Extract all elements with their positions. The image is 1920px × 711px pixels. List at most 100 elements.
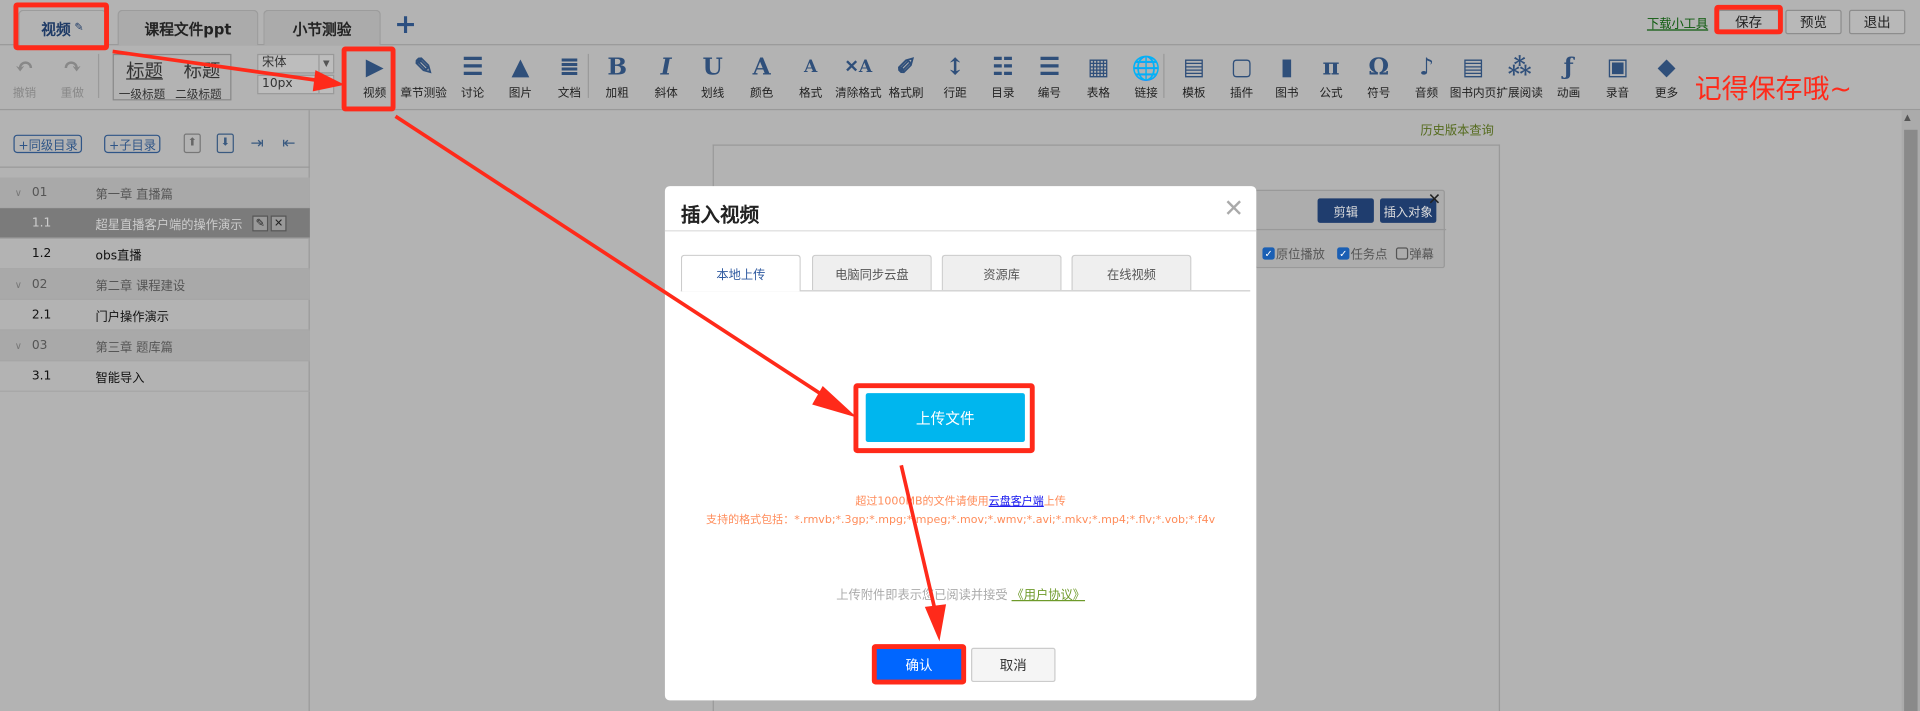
font-family-value: 宋体 xyxy=(262,56,287,70)
toolbar-symbol-button[interactable]: Ω 符号 xyxy=(1354,51,1403,105)
toolbar-underline-button[interactable]: U 划线 xyxy=(688,51,737,105)
insert-video-dialog: 插入视频 ✕ 本地上传 电脑同步云盘 资源库 在线视频 上传文件 超过1000M… xyxy=(664,186,1257,701)
move-up-icon[interactable]: ⬆ xyxy=(183,133,201,154)
section-row[interactable]: 1.1 超星直播客户端的操作演示 ✎ ✕ xyxy=(0,208,310,239)
tab-resource-library[interactable]: 资源库 xyxy=(941,254,1062,291)
checkbox-checked-icon: ✓ xyxy=(1262,246,1275,259)
toolbar-list-button[interactable]: ☷ 目录 xyxy=(978,51,1027,105)
divider xyxy=(1256,228,1447,231)
add-sibling-directory-button[interactable]: +同级目录 xyxy=(13,134,83,154)
toolbar-label: 斜体 xyxy=(654,86,678,101)
undo-button[interactable]: ↶ 撤销 xyxy=(0,51,49,105)
tab-cloud-disk[interactable]: 电脑同步云盘 xyxy=(811,254,932,291)
toolbar-label: 公式 xyxy=(1319,86,1343,101)
delete-icon[interactable]: ✕ xyxy=(270,215,287,232)
toolbar-quiz-button[interactable]: ✎ 章节测验 xyxy=(399,51,448,105)
tab-course-ppt[interactable]: 课程文件ppt xyxy=(117,9,259,46)
confirm-button[interactable]: 确认 xyxy=(875,647,963,681)
close-icon[interactable]: ✕ xyxy=(1428,191,1441,209)
book-icon: ▮ xyxy=(1280,53,1294,81)
heading1-button[interactable]: 标题 xyxy=(126,58,163,84)
edit-icon[interactable]: ✎ xyxy=(252,215,269,232)
toolbar-discussion-button[interactable]: ☰ 讨论 xyxy=(448,51,497,105)
toolbar-italic-button[interactable]: I 斜体 xyxy=(642,51,691,105)
toolbar-more-button[interactable]: ◆ 更多 xyxy=(1642,51,1691,105)
toolbar-bold-button[interactable]: B 加粗 xyxy=(593,51,642,105)
upload-file-button[interactable]: 上传文件 xyxy=(865,393,1025,443)
toolbar-template-button[interactable]: ▤ 模板 xyxy=(1169,51,1218,105)
section-row[interactable]: 2.1 门户操作演示 xyxy=(0,300,310,331)
chevron-down-icon[interactable]: ∨ xyxy=(15,279,22,290)
tab-online-video[interactable]: 在线视频 xyxy=(1071,254,1192,291)
toolbar-book-button[interactable]: ▮ 图书 xyxy=(1262,51,1311,105)
download-tool-link[interactable]: 下载小工具 xyxy=(1647,13,1708,31)
add-tab-icon[interactable]: + xyxy=(394,10,417,41)
agreement-label: 上传附件即表示您已阅读并接受 xyxy=(836,588,1012,603)
toolbar-plugin-button[interactable]: ▢ 插件 xyxy=(1217,51,1266,105)
toolbar-document-button[interactable]: ≣ 文档 xyxy=(545,51,594,105)
add-child-directory-button[interactable]: +子目录 xyxy=(104,134,161,154)
toolbar-video-button[interactable]: ▶ 视频 xyxy=(350,51,399,105)
toolbar-clear-format-button[interactable]: ✕A 清除格式 xyxy=(834,51,883,105)
chevron-down-icon[interactable]: ∨ xyxy=(15,187,22,198)
section-row[interactable]: 3.1 智能导入 xyxy=(0,361,310,392)
heading2-button[interactable]: 标题 xyxy=(184,58,221,84)
toolbar-recording-button[interactable]: ▣ 录音 xyxy=(1593,51,1642,105)
scroll-up-icon[interactable]: ▲ xyxy=(1904,113,1911,123)
numbered-list-icon: ☰ xyxy=(1038,53,1060,81)
toolbar-format-button[interactable]: A 格式 xyxy=(786,51,835,105)
exit-button[interactable]: 退出 xyxy=(1848,9,1906,35)
font-family-select[interactable]: 宋体 ▼ xyxy=(257,53,335,74)
recording-icon: ▣ xyxy=(1606,53,1629,81)
redo-button[interactable]: ↷ 重做 xyxy=(48,51,97,105)
divider xyxy=(97,53,100,98)
outdent-icon[interactable]: ⇤ xyxy=(280,133,297,153)
user-agreement-link[interactable]: 《用户协议》 xyxy=(1012,589,1085,602)
bold-icon: B xyxy=(607,53,627,81)
toolbar-label: 文档 xyxy=(557,86,582,101)
toolbar-line-spacing-button[interactable]: ↕ 行距 xyxy=(931,51,980,105)
tab-video[interactable]: 视频 ✎ xyxy=(18,9,107,46)
toolbar-label: 图书内页 xyxy=(1449,86,1497,101)
chapter-row[interactable]: ∨ 01 第一章 直播篇 xyxy=(0,177,310,209)
tab-section-quiz[interactable]: 小节测验 xyxy=(263,9,381,46)
clear-format-icon: ✕A xyxy=(844,57,873,78)
in-place-play-checkbox[interactable]: ✓ 原位播放 xyxy=(1262,244,1325,262)
move-down-icon[interactable]: ⬇ xyxy=(216,133,234,154)
history-version-link[interactable]: 历史版本查询 xyxy=(1420,120,1493,138)
save-button[interactable]: 保存 xyxy=(1717,9,1780,35)
chapter-row[interactable]: ∨ 02 第二章 课程建设 xyxy=(0,269,310,301)
indent-icon[interactable]: ⇥ xyxy=(249,133,266,153)
edit-video-button[interactable]: 剪辑 xyxy=(1317,198,1374,223)
italic-icon: I xyxy=(660,53,672,81)
chevron-down-icon[interactable]: ∨ xyxy=(15,340,22,351)
toolbar-audio-button[interactable]: ♪ 音频 xyxy=(1402,51,1451,105)
toolbar-image-button[interactable]: ▲ 图片 xyxy=(496,51,545,105)
cancel-button[interactable]: 取消 xyxy=(971,647,1056,683)
tab-local-upload[interactable]: 本地上传 xyxy=(680,254,801,292)
link-icon: 🌐 xyxy=(1131,54,1161,82)
toolbar-label: 划线 xyxy=(701,86,725,101)
scrollbar-thumb[interactable] xyxy=(1904,129,1918,711)
video-icon: ▶ xyxy=(365,53,384,81)
toolbar-book-page-button[interactable]: ▤ 图书内页 xyxy=(1449,51,1498,105)
toolbar-label: 格式 xyxy=(798,86,823,101)
close-icon[interactable]: ✕ xyxy=(1224,193,1245,222)
toolbar-formula-button[interactable]: π 公式 xyxy=(1307,51,1356,105)
row-number: 3.1 xyxy=(31,369,52,383)
danmaku-checkbox[interactable]: 弹幕 xyxy=(1395,244,1434,262)
font-size-select[interactable]: 10px ▼ xyxy=(257,74,335,95)
section-row[interactable]: 1.2 obs直播 xyxy=(0,239,310,270)
task-point-checkbox[interactable]: ✓ 任务点 xyxy=(1337,244,1387,262)
divider xyxy=(0,166,310,168)
toolbar-label: 章节测验 xyxy=(400,86,447,101)
toolbar-extended-reading-button[interactable]: ⁂ 扩展阅读 xyxy=(1495,51,1544,105)
toolbar-animation-button[interactable]: ƒ 动画 xyxy=(1544,51,1593,105)
toolbar-numbered-list-button[interactable]: ☰ 编号 xyxy=(1025,51,1074,105)
toolbar-format-painter-button[interactable]: ✐ 格式刷 xyxy=(882,51,931,105)
toolbar-font-color-button[interactable]: A 颜色 xyxy=(737,51,786,105)
chapter-row[interactable]: ∨ 03 第三章 题库篇 xyxy=(0,330,310,362)
cloud-client-link[interactable]: 云盘客户端 xyxy=(989,496,1044,508)
toolbar-table-button[interactable]: ▦ 表格 xyxy=(1074,51,1123,105)
preview-button[interactable]: 预览 xyxy=(1785,9,1842,35)
